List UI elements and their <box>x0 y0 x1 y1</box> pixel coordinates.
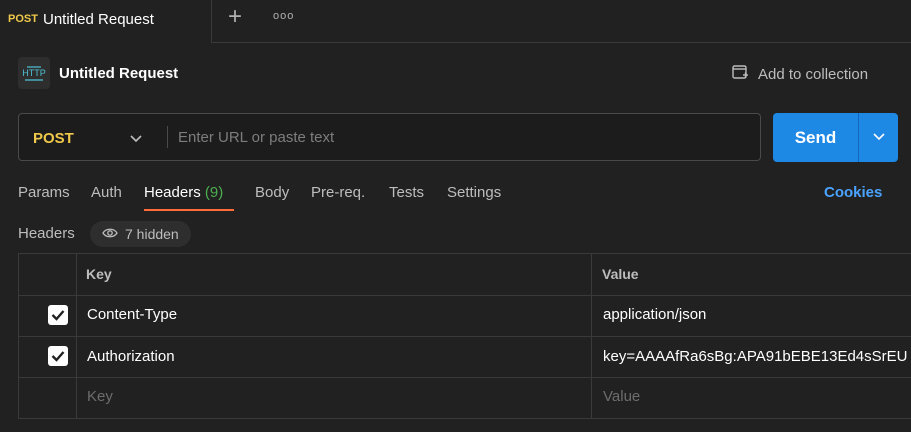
method-select[interactable]: POST <box>33 130 74 147</box>
add-to-collection-button[interactable]: Add to collection <box>731 63 868 85</box>
http-icon-text: HTTP <box>22 68 46 78</box>
check-icon <box>51 310 65 321</box>
table-divider <box>18 336 911 337</box>
header-value-cell[interactable]: application/json <box>603 306 706 323</box>
hidden-headers-label: 7 hidden <box>125 226 179 242</box>
eye-icon <box>102 226 118 242</box>
tab-body[interactable]: Body <box>255 184 289 201</box>
url-input[interactable] <box>170 114 755 160</box>
new-value-input[interactable]: Value <box>603 388 640 405</box>
send-button[interactable]: Send <box>773 113 858 162</box>
headers-section-label: Headers <box>18 225 75 242</box>
chevron-down-icon[interactable] <box>128 130 144 146</box>
header-key-cell[interactable]: Content-Type <box>87 306 177 323</box>
column-header-key: Key <box>86 266 112 282</box>
url-divider <box>167 126 168 148</box>
header-value-cell[interactable]: key=AAAAfRa6sBg:APA91bEBE13Ed4sSrEU <box>603 348 908 365</box>
table-column-divider <box>591 253 592 419</box>
table-column-divider <box>76 253 77 419</box>
more-tabs-button[interactable]: ooo <box>273 10 294 22</box>
request-title[interactable]: Untitled Request <box>59 65 178 82</box>
tab-settings[interactable]: Settings <box>447 184 501 201</box>
table-divider <box>18 295 911 296</box>
header-key-cell[interactable]: Authorization <box>87 348 175 365</box>
active-tab-indicator <box>144 209 234 211</box>
tab-params[interactable]: Params <box>18 184 70 201</box>
column-header-value: Value <box>602 266 639 282</box>
http-icon: HTTP <box>18 57 50 89</box>
row-checkbox[interactable] <box>48 305 68 325</box>
chevron-down-icon <box>871 128 887 148</box>
table-divider <box>18 377 911 378</box>
cookies-link[interactable]: Cookies <box>824 184 882 201</box>
hidden-headers-toggle[interactable]: 7 hidden <box>90 221 191 247</box>
tab-title: Untitled Request <box>43 11 154 28</box>
add-to-collection-label: Add to collection <box>758 65 869 83</box>
tab-tests[interactable]: Tests <box>389 184 424 201</box>
new-tab-button[interactable]: + <box>228 5 242 29</box>
row-checkbox[interactable] <box>48 346 68 366</box>
send-options-button[interactable] <box>858 113 898 162</box>
tab-pre-request[interactable]: Pre-req. <box>311 184 365 201</box>
tab-headers[interactable]: Headers (9) <box>144 184 223 201</box>
check-icon <box>51 351 65 362</box>
tab-method-label: POST <box>8 13 38 25</box>
collection-add-icon <box>731 63 749 85</box>
tab-auth[interactable]: Auth <box>91 184 122 201</box>
tab-headers-label: Headers <box>144 184 201 201</box>
new-key-input[interactable]: Key <box>87 388 113 405</box>
tab-headers-count: (9) <box>204 184 224 201</box>
